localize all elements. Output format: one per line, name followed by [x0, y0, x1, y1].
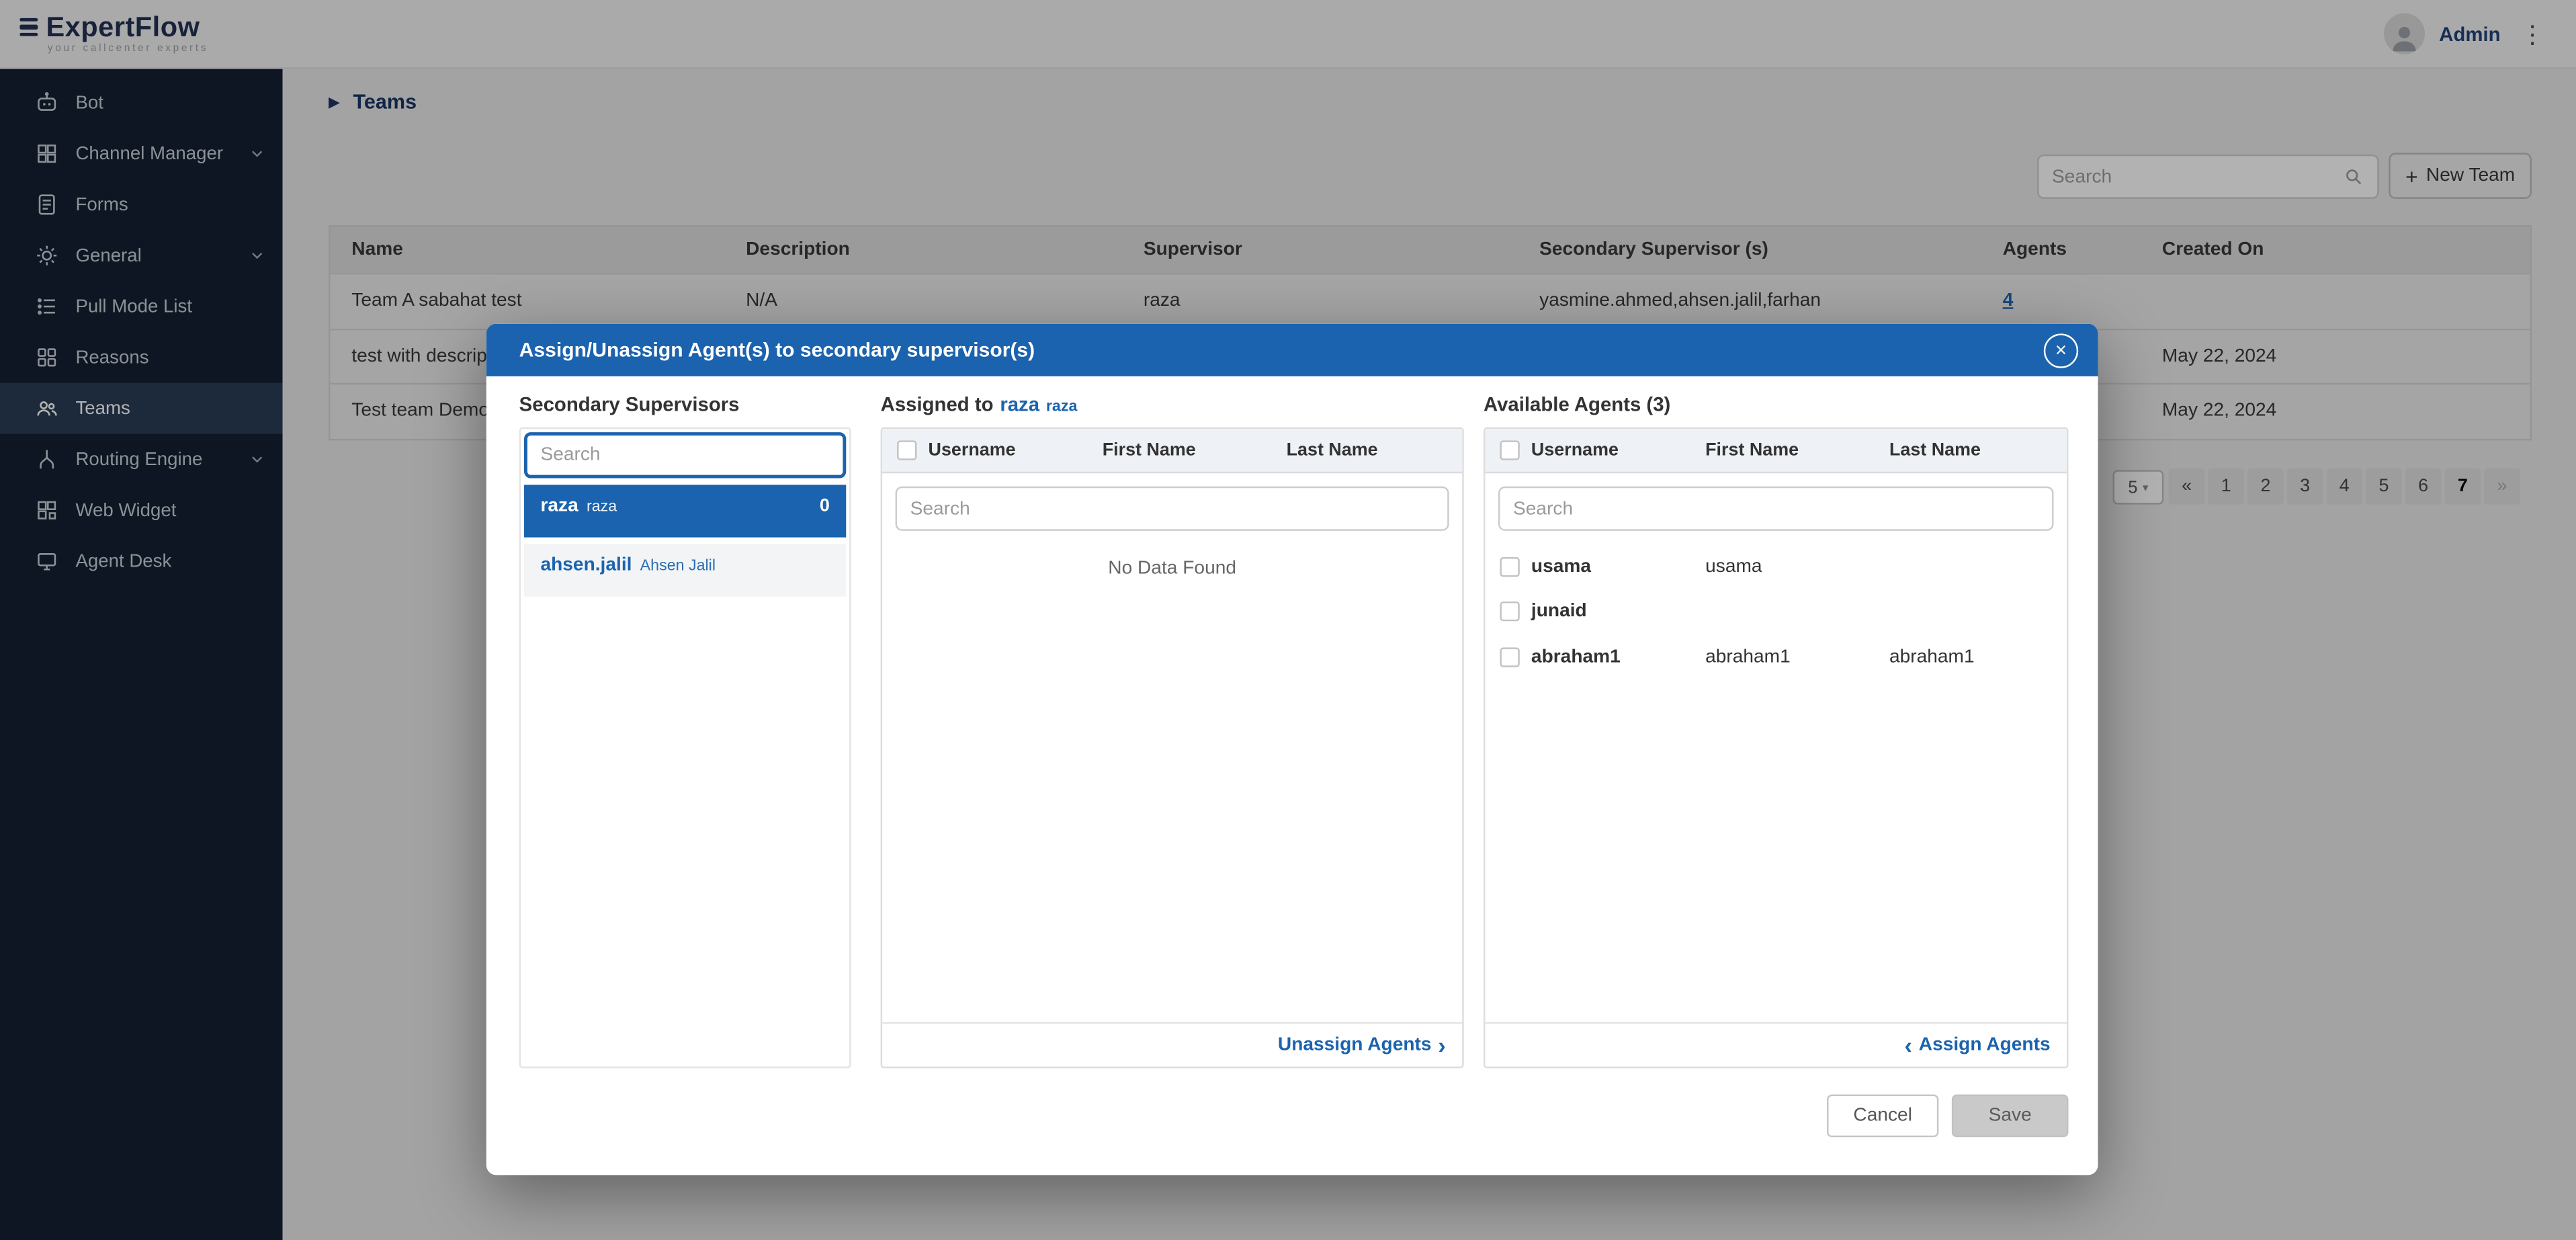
available-agents-column: Available Agents (3) Username First Name…: [1484, 392, 2068, 1068]
assigned-count-badge: 0: [820, 496, 830, 515]
supervisor-username: ahsen.jalil: [540, 555, 632, 575]
row-checkbox[interactable]: [1500, 602, 1519, 622]
no-data-found-text: No Data Found: [882, 559, 1462, 578]
modal-title: Assign/Unassign Agent(s) to secondary su…: [519, 339, 1035, 362]
agent-row[interactable]: junaid: [1485, 589, 2067, 634]
supervisor-fullname: raza: [587, 498, 617, 516]
available-agents-panel: Username First Name Last Name usama usam…: [1484, 427, 2068, 1069]
agent-first-name: abraham1: [1705, 647, 1889, 667]
secondary-supervisors-heading: Secondary Supervisors: [519, 392, 851, 427]
agent-first-name: usama: [1705, 556, 1889, 576]
chevron-right-icon: ›: [1438, 1034, 1445, 1057]
column-header-last-name: Last Name: [1287, 440, 1463, 460]
assigned-agents-panel: Username First Name Last Name No Data Fo…: [881, 427, 1464, 1069]
available-agents-heading: Available Agents (3): [1484, 392, 2068, 427]
supervisor-list-item[interactable]: ahsen.jalil Ahsen Jalil: [524, 544, 846, 596]
assigned-supervisor-username: raza: [1000, 392, 1039, 415]
supervisors-search-box: [524, 432, 846, 478]
assigned-search-input[interactable]: [910, 499, 1434, 518]
column-header-username: Username: [1531, 440, 1705, 460]
agent-username: usama: [1531, 556, 1705, 576]
assigned-heading: Assigned to raza raza: [881, 392, 1464, 427]
column-header-first-name: First Name: [1103, 440, 1287, 460]
unassign-agents-button[interactable]: Unassign Agents ›: [882, 1022, 1462, 1067]
agent-username: junaid: [1531, 602, 1705, 622]
assigned-search-box: [896, 487, 1449, 531]
chevron-left-icon: ‹: [1905, 1034, 1912, 1057]
save-button[interactable]: Save: [1952, 1095, 2069, 1138]
agent-row[interactable]: abraham1 abraham1 abraham1: [1485, 634, 2067, 679]
column-header-username: Username: [929, 440, 1103, 460]
assigned-table-header: Username First Name Last Name: [882, 429, 1462, 473]
modal-body: Secondary Supervisors raza raza 0 ahsen.…: [486, 376, 2098, 1175]
cancel-button[interactable]: Cancel: [1827, 1095, 1938, 1138]
row-checkbox[interactable]: [1500, 556, 1519, 576]
available-search-input[interactable]: [1513, 499, 2038, 518]
unassign-agents-label: Unassign Agents: [1278, 1035, 1432, 1055]
agent-row[interactable]: usama usama: [1485, 544, 2067, 589]
secondary-supervisors-column: Secondary Supervisors raza raza 0 ahsen.…: [519, 392, 851, 1068]
supervisor-username: raza: [540, 496, 578, 515]
supervisors-panel: raza raza 0 ahsen.jalil Ahsen Jalil: [519, 427, 851, 1069]
available-search-box: [1498, 487, 2053, 531]
supervisor-fullname: Ahsen Jalil: [640, 557, 716, 575]
column-header-first-name: First Name: [1705, 440, 1889, 460]
app-root: ExpertFlow your callcenter experts Admin…: [0, 0, 2576, 1240]
assign-agents-label: Assign Agents: [1919, 1035, 2051, 1055]
supervisor-list-item[interactable]: raza raza 0: [524, 485, 846, 537]
assigned-supervisor-name: raza: [1046, 398, 1077, 416]
row-checkbox[interactable]: [1500, 647, 1519, 667]
assigned-agents-column: Assigned to raza raza Username First Nam…: [881, 392, 1464, 1068]
available-table-header: Username First Name Last Name: [1485, 429, 2067, 473]
agent-username: abraham1: [1531, 647, 1705, 667]
assign-agents-button[interactable]: ‹ Assign Agents: [1485, 1022, 2067, 1067]
select-all-checkbox[interactable]: [1500, 440, 1519, 460]
agent-last-name: abraham1: [1889, 647, 2067, 667]
column-header-last-name: Last Name: [1889, 440, 2067, 460]
modal-header: Assign/Unassign Agent(s) to secondary su…: [486, 324, 2098, 376]
assign-agents-modal: Assign/Unassign Agent(s) to secondary su…: [486, 324, 2098, 1175]
close-icon[interactable]: ×: [2044, 333, 2078, 367]
supervisors-search-input[interactable]: [540, 446, 829, 465]
modal-footer: Cancel Save: [1827, 1095, 2068, 1138]
assigned-heading-prefix: Assigned to: [881, 392, 994, 415]
select-all-checkbox[interactable]: [897, 440, 916, 460]
